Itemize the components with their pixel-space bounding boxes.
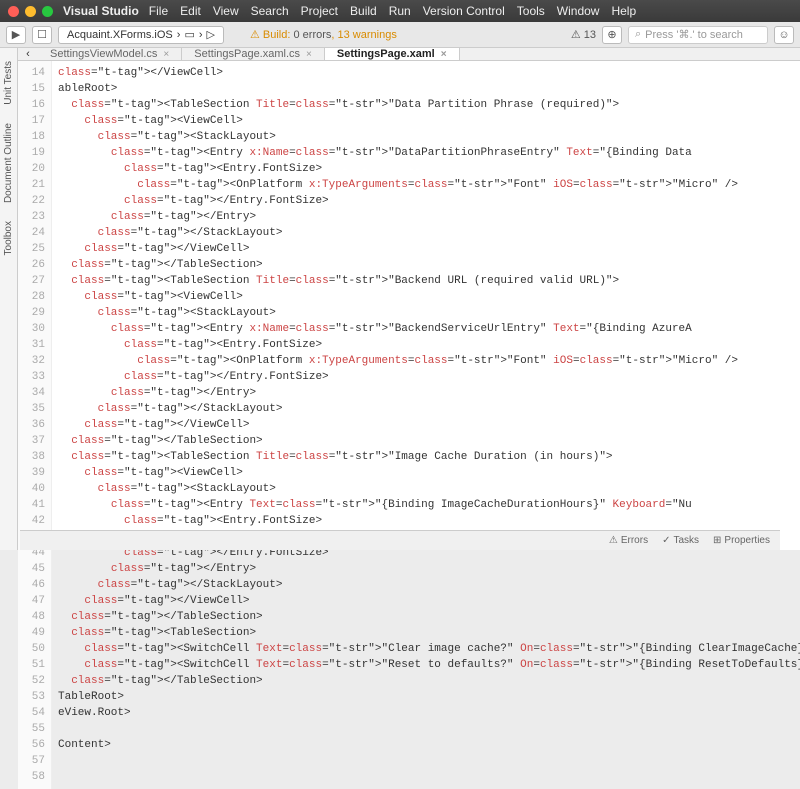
search-icon: ⌕: [635, 28, 641, 41]
file-tab[interactable]: SettingsViewModel.cs×: [38, 48, 182, 60]
title-bar: Visual Studio File Edit View Search Proj…: [0, 0, 800, 22]
left-sidebar-tabs: Unit Tests Document Outline Toolbox: [0, 48, 18, 550]
nav-back-button[interactable]: ‹: [18, 48, 38, 60]
window-controls: [8, 6, 53, 17]
status-properties[interactable]: ⊞ Properties: [713, 535, 770, 546]
run-button[interactable]: ▶: [6, 26, 26, 44]
status-tasks[interactable]: ✓ Tasks: [662, 535, 699, 546]
menu-search[interactable]: Search: [251, 4, 289, 18]
build-status: ⚠ Build: 0 errors, 13 warnings: [250, 28, 397, 41]
device-glyph-icon: ▭: [184, 28, 194, 41]
chevron-right-icon: ›: [199, 29, 203, 41]
build-errors: 0 errors: [293, 29, 331, 41]
global-search[interactable]: ⌕ Press '⌘.' to search: [628, 26, 768, 44]
zoom-window-button[interactable]: [42, 6, 53, 17]
menu-run[interactable]: Run: [389, 4, 411, 18]
target-label: Acquaint.XForms.iOS: [67, 29, 173, 41]
file-tab-active[interactable]: SettingsPage.xaml×: [325, 48, 460, 60]
chevron-right-icon: ›: [177, 29, 181, 41]
app-name: Visual Studio: [63, 4, 139, 18]
menu-edit[interactable]: Edit: [180, 4, 201, 18]
sidebar-tab-unit-tests[interactable]: Unit Tests: [0, 54, 17, 112]
menu-project[interactable]: Project: [301, 4, 338, 18]
file-tab[interactable]: SettingsPage.xaml.cs×: [182, 48, 325, 60]
warnings-badge[interactable]: ⚠ 13: [571, 28, 596, 41]
account-button[interactable]: ☺: [774, 26, 794, 44]
search-placeholder: Press '⌘.' to search: [645, 28, 743, 41]
menu-version-control[interactable]: Version Control: [423, 4, 505, 18]
notifications-button[interactable]: ⊕: [602, 26, 622, 44]
toolbar: ▶ ☐ Acquaint.XForms.iOS › ▭ › ▷ ⚠ Build:…: [0, 22, 800, 48]
menu-view[interactable]: View: [213, 4, 239, 18]
menu-help[interactable]: Help: [611, 4, 636, 18]
close-icon[interactable]: ×: [163, 49, 169, 60]
close-icon[interactable]: ×: [441, 49, 447, 60]
configuration-button[interactable]: ☐: [32, 26, 52, 44]
menu-bar: File Edit View Search Project Build Run …: [149, 4, 636, 18]
close-icon[interactable]: ×: [306, 49, 312, 60]
menu-tools[interactable]: Tools: [517, 4, 545, 18]
code-area[interactable]: class="t-tag"></ViewCell> ableRoot> clas…: [52, 61, 800, 789]
code-editor[interactable]: 14 15 16 17 18 19 20 21 22 23 24 25 26 2…: [18, 61, 800, 789]
build-warnings: 13 warnings: [338, 29, 397, 41]
line-gutter: 14 15 16 17 18 19 20 21 22 23 24 25 26 2…: [18, 61, 52, 789]
file-tabs: ‹ SettingsViewModel.cs× SettingsPage.xam…: [18, 48, 800, 61]
sidebar-tab-document-outline[interactable]: Document Outline: [0, 116, 17, 210]
close-window-button[interactable]: [8, 6, 19, 17]
main-area: Unit Tests Document Outline Toolbox ‹ Se…: [0, 48, 800, 550]
minimize-window-button[interactable]: [25, 6, 36, 17]
menu-build[interactable]: Build: [350, 4, 377, 18]
menu-file[interactable]: File: [149, 4, 168, 18]
run-glyph-icon: ▷: [207, 28, 215, 41]
menu-window[interactable]: Window: [557, 4, 600, 18]
target-selector[interactable]: Acquaint.XForms.iOS › ▭ › ▷: [58, 26, 224, 44]
content-area: ‹ SettingsViewModel.cs× SettingsPage.xam…: [18, 48, 800, 550]
status-bar: ⚠ Errors ✓ Tasks ⊞ Properties: [20, 530, 780, 550]
sidebar-tab-toolbox[interactable]: Toolbox: [0, 214, 17, 262]
build-prefix: Build:: [263, 29, 294, 41]
status-errors[interactable]: ⚠ Errors: [609, 535, 648, 546]
